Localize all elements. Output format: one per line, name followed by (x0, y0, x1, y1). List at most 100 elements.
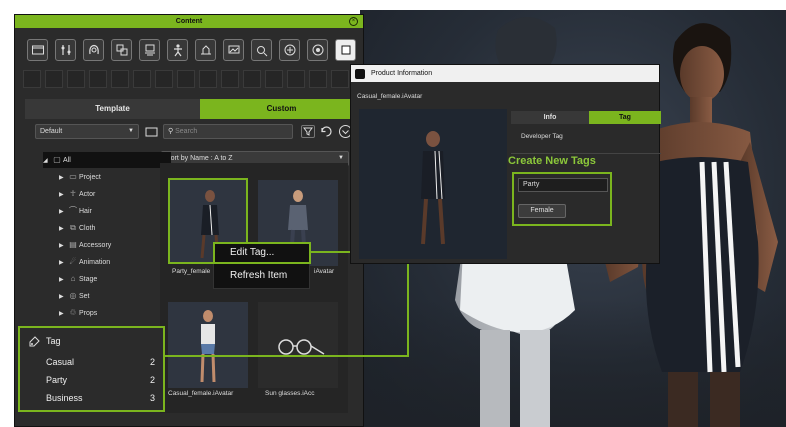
search-input[interactable]: ⚲ Search (163, 124, 293, 139)
product-info-window: Product Information Casual_female.iAvata… (350, 64, 661, 264)
sort-dropdown-value: Sort by Name : A to Z (166, 155, 233, 162)
expand-arrow-icon: ▶ (59, 294, 64, 300)
tree-item-actor[interactable]: ▶ ☥ Actor (59, 186, 95, 202)
props-icon[interactable] (251, 39, 272, 61)
slot[interactable] (331, 70, 349, 88)
sunglasses-preview (278, 339, 325, 355)
stage-icon[interactable] (195, 39, 216, 61)
casual-female-preview (200, 310, 216, 383)
item-label: iAvatar (314, 268, 335, 275)
slot[interactable] (309, 70, 327, 88)
expand-arrow-icon: ▶ (59, 277, 64, 283)
product-preview (359, 109, 507, 259)
tab-custom[interactable]: Custom (200, 99, 363, 119)
menu-highlight (213, 242, 311, 264)
white-square-icon[interactable] (335, 39, 356, 61)
expand-arrow-icon: ▶ (59, 209, 64, 215)
tree-item-animation[interactable]: ▶ ☄ Animation (59, 254, 110, 270)
tab-tag[interactable]: Tag (589, 111, 661, 124)
slot[interactable] (177, 70, 195, 88)
slot[interactable] (243, 70, 261, 88)
screenshot: Content × Template Custom Default ▼ ⚲ Se… (0, 0, 786, 427)
search-placeholder: Search (175, 128, 198, 135)
developer-tag-label: Developer Tag (521, 133, 563, 140)
expand-arrow-icon: ▶ (59, 192, 64, 198)
tag-row-casual[interactable]: Casual (46, 357, 74, 367)
tag-count: 2 (149, 375, 155, 385)
tree-item-accessory[interactable]: ▶ ▤ Accessory (59, 237, 111, 253)
content-tabs: Template Custom (25, 99, 363, 119)
slot[interactable] (199, 70, 217, 88)
close-icon[interactable]: × (349, 17, 358, 26)
tag-count: 3 (149, 393, 155, 403)
tree-item-set[interactable]: ▶ ◎ Set (59, 288, 90, 304)
camera-icon[interactable] (307, 39, 328, 61)
set-icon[interactable] (223, 39, 244, 61)
settings-icon[interactable] (55, 39, 76, 61)
slot[interactable] (287, 70, 305, 88)
tag-row-party[interactable]: Party (46, 375, 67, 385)
chevron-down-icon: ▼ (128, 128, 134, 134)
set-icon: ◎ (69, 291, 77, 300)
create-new-tags-label: Create New Tags (508, 155, 596, 167)
category-tree: ◢ ▢ All ▶ ▭ Project ▶ ☥ Actor ▶ ⌒ Hair ▶ ⧉ Cloth ▶… (25, 146, 175, 326)
accessory-icon: ▤ (69, 240, 77, 249)
tree-item-all[interactable]: ◢ ▢ All (43, 152, 171, 168)
slot[interactable] (89, 70, 107, 88)
thumbnail-casual-female[interactable] (168, 302, 248, 388)
tree-item-project[interactable]: ▶ ▭ Project (59, 169, 101, 185)
product-info-tabs: Info Tag (511, 111, 661, 124)
filter-row: Default ▼ ⚲ Search (25, 124, 363, 140)
expand-arrow-icon: ▶ (59, 311, 64, 317)
tag-panel-title: Tag (46, 336, 61, 346)
content-panel-title: Content (15, 15, 363, 28)
tag-row-business[interactable]: Business (46, 393, 83, 403)
stage-icon: ⌂ (70, 274, 76, 283)
tab-info[interactable]: Info (511, 111, 589, 124)
tag-input[interactable]: Party (518, 178, 608, 192)
slot[interactable] (265, 70, 283, 88)
actor-icon[interactable] (167, 39, 188, 61)
hair-icon[interactable] (83, 39, 104, 61)
slot[interactable] (133, 70, 151, 88)
tree-item-props[interactable]: ▶ ♲ Props (59, 305, 97, 321)
tree-item-stage[interactable]: ▶ ⌂ Stage (59, 271, 97, 287)
slot[interactable] (67, 70, 85, 88)
tab-template[interactable]: Template (25, 99, 200, 119)
cloth-icon[interactable] (111, 39, 132, 61)
slot[interactable] (45, 70, 63, 88)
filter-icon[interactable] (301, 125, 315, 138)
item-label: Sun glasses.iAcc (265, 390, 315, 397)
thumbnail-sunglasses[interactable] (258, 302, 338, 388)
tag-count: 2 (149, 357, 155, 367)
scene-icon[interactable] (279, 39, 300, 61)
slot[interactable] (23, 70, 41, 88)
item-label: Casual_female.iAvatar (168, 390, 234, 397)
slot[interactable] (111, 70, 129, 88)
menu-item-refresh[interactable]: Refresh Item (230, 270, 287, 281)
connector-line (407, 262, 409, 357)
tag-panel: Tag Casual 2 Party 2 Business 3 (18, 326, 165, 412)
product-info-subtitle: Casual_female.iAvatar (357, 93, 423, 100)
refresh-icon[interactable] (319, 124, 334, 139)
tree-item-hair[interactable]: ▶ ⌒ Hair (59, 203, 92, 219)
tag-chip-female[interactable]: Female (518, 204, 566, 218)
tree-item-cloth[interactable]: ▶ ⧉ Cloth (59, 220, 95, 236)
expand-arrow-icon: ▶ (59, 260, 64, 266)
cloth-icon: ⧉ (70, 223, 76, 232)
hair-icon: ⌒ (69, 206, 77, 215)
tag-icon (28, 336, 40, 348)
product-preview-figure (421, 131, 445, 245)
props-icon: ♲ (69, 308, 77, 317)
slot[interactable] (155, 70, 173, 88)
library-dropdown-value: Default (40, 128, 63, 135)
folder-open-icon[interactable] (145, 125, 159, 138)
app-logo-icon (355, 69, 365, 79)
accessory-icon[interactable] (139, 39, 160, 61)
slot[interactable] (221, 70, 239, 88)
library-dropdown[interactable]: Default ▼ (35, 124, 139, 139)
actor-icon: ☥ (70, 189, 76, 198)
folder-icon[interactable] (27, 39, 48, 61)
expand-arrow-icon: ▶ (59, 243, 64, 249)
expand-arrow-icon: ◢ (43, 158, 48, 164)
